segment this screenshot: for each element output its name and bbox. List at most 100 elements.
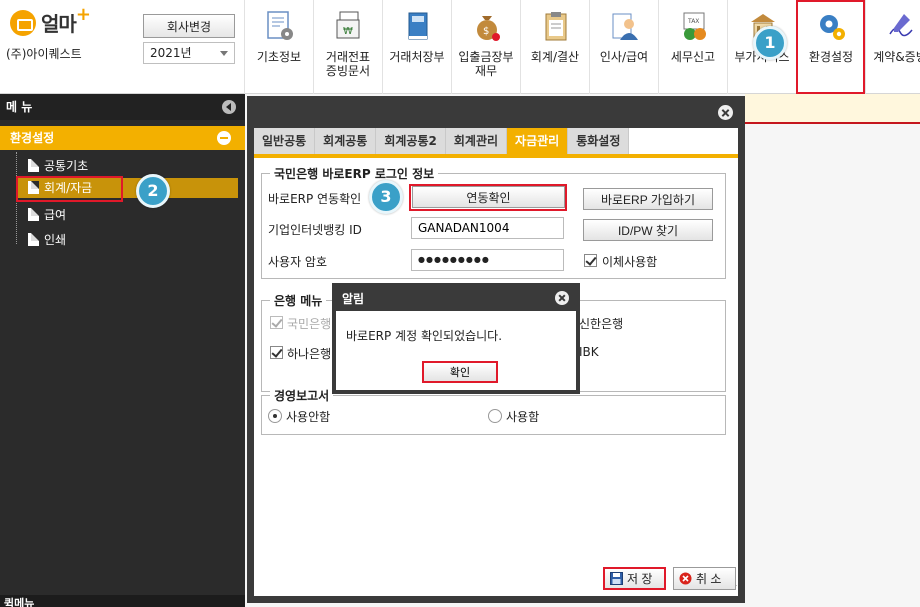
tab-funds-management[interactable]: 자금관리 xyxy=(507,128,569,154)
menu-label: 계약&증빙 xyxy=(873,50,920,64)
minus-icon[interactable] xyxy=(217,131,231,145)
brand-name: 얼마 xyxy=(41,12,77,36)
cancel-x-icon xyxy=(679,572,692,585)
menu-accounting[interactable]: 회계/결산 xyxy=(520,0,589,94)
menu-label: 거래처장부 xyxy=(389,50,445,64)
sidebar-item-label: 급여 xyxy=(44,208,67,222)
password-input[interactable]: ●●●●●●●●● xyxy=(411,249,564,271)
transfer-label: 이체사용함 xyxy=(602,255,658,269)
sidebar-title: 메 뉴 xyxy=(6,100,33,114)
hana-bank-label: 하나은행 xyxy=(287,347,332,361)
kb-bank-checkbox[interactable] xyxy=(270,316,283,329)
cancel-button[interactable]: 취 소 xyxy=(673,567,736,590)
document-icon xyxy=(28,208,39,221)
menu-voucher[interactable]: ₩ 거래전표 증빙문서 xyxy=(313,0,382,94)
hana-bank-checkbox[interactable] xyxy=(270,346,283,359)
company-name: (주)아이퀘스트 xyxy=(6,47,82,61)
transfer-checkbox[interactable] xyxy=(584,254,597,267)
menu-label: 입출금장부 재무 xyxy=(458,50,514,78)
banking-id-label: 기업인터넷뱅킹 ID xyxy=(268,223,362,237)
menu-cashbook[interactable]: $ 입출금장부 재무 xyxy=(451,0,520,94)
erp-join-button[interactable]: 바로ERP 가입하기 xyxy=(583,188,713,210)
report-on-label: 사용함 xyxy=(506,410,540,424)
gears-icon xyxy=(820,15,845,40)
voucher-icon: ₩ xyxy=(336,11,360,39)
document-icon xyxy=(28,233,39,246)
report-off-label: 사용안함 xyxy=(286,410,331,424)
menu-label: 환경설정 xyxy=(808,50,854,64)
sidebar-item-common-basic[interactable]: 공통기초 xyxy=(28,156,238,176)
menu-contract[interactable]: 계약&증빙 xyxy=(865,0,920,94)
close-icon[interactable] xyxy=(718,105,733,120)
save-button[interactable]: 저 장 xyxy=(603,567,666,590)
sidebar-item-payroll[interactable]: 급여 xyxy=(28,205,238,225)
employee-icon xyxy=(612,13,638,40)
tab-accounting-common[interactable]: 회계공통 xyxy=(315,128,377,154)
menu-settings[interactable]: 환경설정 xyxy=(796,0,865,94)
tab-accounting-management[interactable]: 회계관리 xyxy=(445,128,508,154)
save-disk-icon xyxy=(610,572,623,585)
find-idpw-button[interactable]: ID/PW 찾기 xyxy=(583,219,713,241)
chevron-down-icon xyxy=(220,51,228,56)
menu-label: 회계/결산 xyxy=(530,50,580,64)
quick-menu-bar[interactable]: 퀵메뉴 xyxy=(0,595,245,607)
erp-link-label: 바로ERP 연동확인 xyxy=(268,192,362,206)
main-menu: 기초정보 ₩ 거래전표 증빙문서 거래처장부 $ 입출금장부 재무 회계/결산 … xyxy=(244,0,920,94)
dialog-tabs: 일반공통 회계공통 회계공통2 회계관리 자금관리 통화설정 xyxy=(254,128,630,154)
sidebar-section-label: 환경설정 xyxy=(10,131,55,145)
password-label: 사용자 암호 xyxy=(268,255,328,269)
menu-ledger[interactable]: 거래처장부 xyxy=(382,0,451,94)
logo-coin-icon xyxy=(10,9,36,36)
banking-id-input[interactable] xyxy=(411,217,564,239)
sidebar-section-settings[interactable]: 환경설정 xyxy=(0,126,245,150)
menu-tax[interactable]: TAX 세무신고 xyxy=(658,0,727,94)
shinhan-bank-label: 신한은행 xyxy=(579,317,624,331)
tab-accounting-common-2[interactable]: 회계공통2 xyxy=(376,128,446,154)
report-off-radio[interactable] xyxy=(268,409,282,423)
svg-text:TAX: TAX xyxy=(687,18,699,25)
sidebar-item-print[interactable]: 인쇄 xyxy=(28,230,238,250)
close-icon[interactable] xyxy=(555,291,569,305)
alert-ok-button[interactable]: 확인 xyxy=(422,361,498,383)
settings-document-icon xyxy=(267,11,293,40)
svg-text:₩: ₩ xyxy=(343,26,353,37)
year-select-value: 2021년 xyxy=(150,46,192,60)
menu-label: 세무신고 xyxy=(670,50,716,64)
report-on-radio[interactable] xyxy=(488,409,502,423)
alert-body: 바로ERP 계정 확인되었습니다. 확인 xyxy=(336,311,576,390)
dialog-scrollbar[interactable] xyxy=(728,190,738,590)
sidebar-header: 메 뉴 xyxy=(0,94,245,120)
pen-signature-icon xyxy=(889,14,913,37)
document-icon xyxy=(28,159,39,172)
clipboard-icon xyxy=(545,12,567,41)
money-bag-icon: $ xyxy=(477,16,500,41)
year-select[interactable]: 2021년 xyxy=(143,42,235,64)
quick-menu-label: 퀵메뉴 xyxy=(4,597,35,607)
step-badge-2: 2 xyxy=(136,174,170,208)
ibk-bank-label: IBK xyxy=(579,345,599,359)
sidebar-item-label: 인쇄 xyxy=(44,233,67,247)
menu-label: 인사/급여 xyxy=(599,50,649,64)
login-info-title: 국민은행 바로ERP 로그인 정보 xyxy=(270,165,439,182)
report-group-title: 경영보고서 xyxy=(270,387,334,404)
step-badge-3: 3 xyxy=(369,180,403,214)
content-tab-strip xyxy=(745,94,920,124)
ledger-book-icon xyxy=(408,12,428,40)
menu-basic-info[interactable]: 기초정보 xyxy=(244,0,313,94)
tab-general-common[interactable]: 일반공통 xyxy=(254,128,316,154)
sidebar: 메 뉴 환경설정 공통기초 회계/자금 급여 인쇄 퀵메뉴 xyxy=(0,94,245,607)
tab-currency-settings[interactable]: 통화설정 xyxy=(568,128,630,154)
highlight-box-sidebar xyxy=(16,176,123,202)
tab-underline xyxy=(254,154,738,158)
alert-title: 알림 xyxy=(342,292,365,306)
sidebar-collapse-icon[interactable] xyxy=(222,100,236,114)
bank-menu-title: 은행 메뉴 xyxy=(270,292,327,309)
company-change-button[interactable]: 회사변경 xyxy=(143,14,235,38)
menu-label: 거래전표 증빙문서 xyxy=(325,50,371,78)
menu-hr-payroll[interactable]: 인사/급여 xyxy=(589,0,658,94)
alert-dialog: 알림 바로ERP 계정 확인되었습니다. 확인 xyxy=(332,283,580,394)
cancel-button-label: 취 소 xyxy=(696,572,722,586)
sidebar-item-label: 공통기초 xyxy=(44,159,89,173)
svg-text:$: $ xyxy=(483,26,489,37)
app-logo: 얼마 + xyxy=(10,4,91,37)
